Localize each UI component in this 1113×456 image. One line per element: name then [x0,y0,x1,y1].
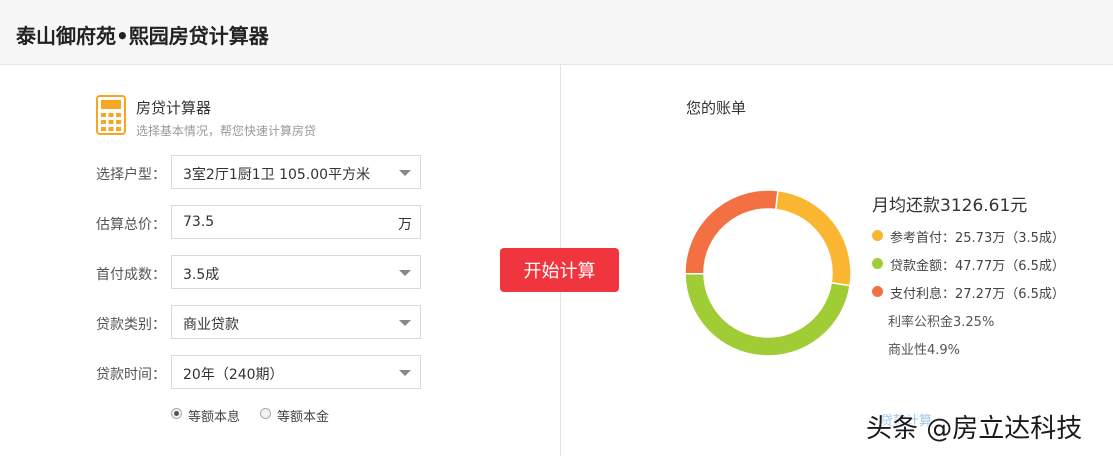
donut-segment-loan [684,272,851,357]
total-price-input[interactable]: 73.5 万 [171,205,421,239]
page-title: 泰山御府苑•熙园房贷计算器 [16,24,269,48]
watermark: 头条 @房立达科技 [866,414,1083,444]
donut-segment-interest [684,189,779,275]
monthly-payment: 月均还款3126.61元 [872,196,1028,216]
rate-commercial: 商业性4.9% [888,343,961,358]
chevron-down-icon [399,270,411,276]
total-price-value: 73.5 [183,214,215,230]
legend-text: 贷款金额：47.77万（6.5成） [890,259,1065,274]
down-payment-label: 首付成数： [96,267,166,283]
loan-term-select[interactable]: 20年（240期） [171,355,421,389]
radio-unchecked[interactable] [260,408,271,419]
loan-type-value: 商业贷款 [183,317,239,333]
calculator-icon [96,95,126,135]
repayment-option-label: 等额本金 [277,410,330,425]
bill-title: 您的账单 [686,99,747,117]
chevron-down-icon [399,370,411,376]
total-price-label: 估算总价： [96,217,166,233]
calculator-subtitle: 选择基本情况，帮您快速计算房贷 [136,124,317,138]
loan-type-select[interactable]: 商业贷款 [171,305,421,339]
legend-dot [872,230,883,241]
unit-type-label: 选择户型： [96,167,166,183]
unit-type-select[interactable]: 3室2厅1厨1卫 105.00平方米 [171,155,421,189]
loan-term-value: 20年（240期） [183,367,284,383]
calculator-title: 房贷计算器 [136,99,212,117]
loan-type-label: 贷款类别： [96,317,166,333]
chevron-down-icon [399,320,411,326]
page-header: 泰山御府苑•熙园房贷计算器 [0,0,1113,65]
total-price-unit: 万 [398,217,412,233]
loan-term-label: 贷款时间： [96,367,166,383]
chevron-down-icon [399,170,411,176]
legend-dot [872,258,883,269]
repayment-option-label: 等额本息 [188,410,241,425]
unit-type-value: 3室2厅1厨1卫 105.00平方米 [183,167,371,183]
radio-checked[interactable] [171,408,182,419]
donut-segment-down-payment [774,189,852,287]
down-payment-select[interactable]: 3.5成 [171,255,421,289]
legend-dot [872,286,883,297]
down-payment-value: 3.5成 [183,267,220,283]
payment-donut-chart [684,189,852,357]
legend-text: 参考首付：25.73万（3.5成） [890,231,1065,246]
calculate-button[interactable]: 开始计算 [500,248,619,292]
rate-provident-fund: 利率公积金3.25% [888,315,995,330]
legend-text: 支付利息：27.27万（6.5成） [890,287,1065,302]
